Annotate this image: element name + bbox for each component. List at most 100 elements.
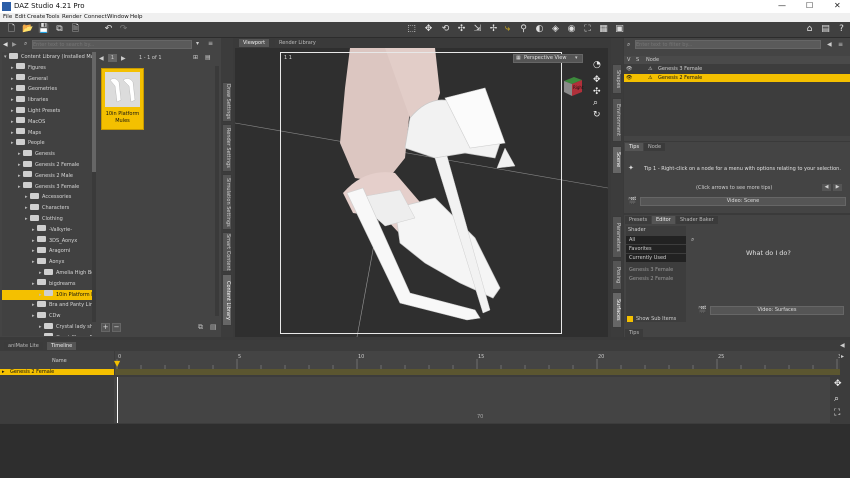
tree-item[interactable]: ▸ Clothing [2, 214, 92, 224]
add-folder-button[interactable]: + [101, 323, 110, 332]
store-icon[interactable]: ▤ [820, 24, 831, 35]
remove-folder-button[interactable]: − [112, 323, 121, 332]
open-icon[interactable]: 📂 [22, 24, 33, 35]
vtab-content-library[interactable]: Content Library [222, 274, 232, 326]
tree-item[interactable]: ▸ Figures [2, 63, 92, 73]
menu-tools[interactable]: Tools [46, 14, 60, 20]
tree-item[interactable]: ▸ Genesis [2, 149, 92, 159]
tree-item[interactable]: ▸Great Charm Boots [2, 333, 92, 336]
sort-menu-icon[interactable]: ▤ [205, 54, 211, 61]
pan-icon[interactable]: ✥ [593, 75, 601, 85]
tab-presets[interactable]: Presets [625, 216, 652, 224]
tip-next-icon[interactable]: ▶ [833, 184, 842, 191]
vtab-surfaces[interactable]: Surfaces [612, 292, 622, 328]
tree-item[interactable]: ▸ MacOS [2, 117, 92, 127]
tree-item[interactable]: ▸ Light Presets [2, 106, 92, 116]
tab-shader-baker[interactable]: Shader Baker [676, 216, 718, 224]
menu-window[interactable]: Window [107, 14, 129, 20]
tree-item[interactable]: ▸ libraries [2, 95, 92, 105]
tree-item[interactable]: ▾ Content Library (Installed Ma... [2, 52, 92, 62]
surface-node-row[interactable]: Genesis 2 Female [626, 275, 686, 283]
save-icon[interactable]: 💾 [38, 24, 49, 35]
track-keys[interactable] [115, 369, 840, 375]
asset-scrollbar[interactable] [215, 66, 219, 316]
redo-icon[interactable]: ↷ [118, 24, 129, 35]
time-ruler[interactable]: 051015202530 ▼ [114, 351, 840, 371]
scene-prev-icon[interactable]: ◀ [827, 41, 832, 48]
scene-row-selected[interactable]: 👁 ⚠ Genesis 2 Female [624, 74, 850, 82]
scene-menu-icon[interactable]: ≡ [838, 41, 843, 48]
vtab-environment[interactable]: Environment [612, 98, 622, 142]
frame-icon[interactable]: ↻ [593, 110, 601, 120]
video-surfaces-button[interactable]: Video: Surfaces [710, 306, 844, 315]
node-select-icon[interactable]: ⬚ [406, 24, 417, 35]
col-selectable[interactable]: S [636, 56, 639, 64]
tree-item[interactable]: ▸ Aragorni [2, 246, 92, 256]
view-mode-icon[interactable]: ⊞ [193, 54, 198, 61]
graph-area[interactable]: 70 [0, 377, 830, 423]
tab-animate-lite[interactable]: aniMate Lite [4, 342, 43, 350]
tree-item[interactable]: ▸ Accessories [2, 192, 92, 202]
tree-scrollbar[interactable] [92, 52, 96, 322]
viewport-canvas[interactable]: 1 1 ▦ Perspective View ▾ Right [235, 48, 608, 337]
joint-editor-icon[interactable]: ⚲ [518, 24, 529, 35]
vtab-simulation-settings[interactable]: Simulation Settings [222, 174, 232, 230]
menu-file[interactable]: File [3, 14, 12, 20]
tab-viewport[interactable]: Viewport [239, 39, 270, 47]
shader-filter-used[interactable]: Currently Used [626, 254, 686, 262]
view-selector[interactable]: ▦ Perspective View ▾ [513, 54, 583, 63]
asset-thumbnail[interactable]: 10in Platform Mules [101, 68, 144, 130]
menu-connect[interactable]: Connect [84, 14, 107, 20]
zoom-icon[interactable]: ⌕ [593, 98, 598, 108]
tree-item[interactable]: ▸ Genesis 3 Female [2, 182, 92, 192]
ruler-scroll-icon[interactable]: ▸ [841, 353, 844, 360]
vtab-smart-content[interactable]: Smart Content [222, 232, 232, 272]
camera-icon[interactable]: ◉ [566, 24, 577, 35]
tree-item[interactable]: ▸ Maps [2, 128, 92, 138]
panel-menu-icon[interactable]: ≡ [208, 40, 213, 47]
eye-icon[interactable]: 👁 [626, 74, 632, 82]
minimize-button[interactable]: — [778, 1, 786, 10]
geometry-editor-icon[interactable]: ◈ [550, 24, 561, 35]
tree-item[interactable]: ▸Bra and Panty Ling... [2, 300, 92, 310]
spot-render-icon[interactable]: ⛶ [582, 24, 593, 35]
dolly-icon[interactable]: ✣ [593, 87, 601, 97]
vtab-render-settings[interactable]: Render Settings [222, 124, 232, 172]
transform-icon[interactable]: ✢ [488, 24, 499, 35]
asset-footer-icon[interactable]: ⧉ [198, 323, 203, 332]
shader-filter-favorites[interactable]: Favorites [626, 245, 686, 253]
save-as-icon[interactable]: 🗎 [70, 24, 81, 35]
surface-selection-icon[interactable]: ◐ [534, 24, 545, 35]
tree-item[interactable]: ▸ Characters [2, 203, 92, 213]
tree-item[interactable]: ▸ 3DS_Aonyx [2, 236, 92, 246]
orbit-icon[interactable]: ◔ [593, 60, 601, 70]
tab-timeline[interactable]: Timeline [47, 342, 77, 350]
undo-icon[interactable]: ↶ [103, 24, 114, 35]
page-number[interactable]: 1 [108, 54, 117, 62]
tab-node[interactable]: Node [644, 143, 666, 151]
shader-filter-all[interactable]: All [626, 236, 686, 244]
render-icon[interactable]: ▣ [614, 24, 625, 35]
new-scene-icon[interactable]: 🗋 [6, 24, 17, 35]
graph-frame-icon[interactable]: ⛶ [834, 408, 840, 418]
tree-item[interactable]: ▸ General [2, 74, 92, 84]
menu-create[interactable]: Create [27, 14, 45, 20]
tree-item[interactable]: ▸ Aonyx [2, 257, 92, 267]
merge-icon[interactable]: ⧉ [54, 24, 65, 35]
asset-footer-menu-icon[interactable]: ▤ [210, 323, 217, 331]
video-scene-button[interactable]: Video: Scene [640, 197, 846, 206]
scene-filter-input[interactable] [635, 40, 821, 49]
maximize-button[interactable]: ☐ [806, 1, 813, 10]
vtab-shapes[interactable]: Shapes [612, 64, 622, 94]
tree-item[interactable]: ▸ Geometries [2, 84, 92, 94]
tree-item-selected[interactable]: ▸10in Platform Mules [2, 289, 92, 300]
menu-render[interactable]: Render [62, 14, 82, 20]
vtab-draw-settings[interactable]: Draw Settings [222, 82, 232, 122]
forward-arrow-icon[interactable]: ▶ [12, 41, 17, 48]
track-row[interactable]: ▸ Genesis 2 Female [0, 369, 114, 375]
eye-icon[interactable]: 👁 [626, 65, 632, 73]
col-visible[interactable]: V [627, 56, 630, 64]
close-button[interactable]: ✕ [834, 1, 841, 10]
tree-item[interactable]: ▸ CDw [2, 311, 92, 321]
collapse-icon[interactable]: ◀ [840, 342, 845, 349]
